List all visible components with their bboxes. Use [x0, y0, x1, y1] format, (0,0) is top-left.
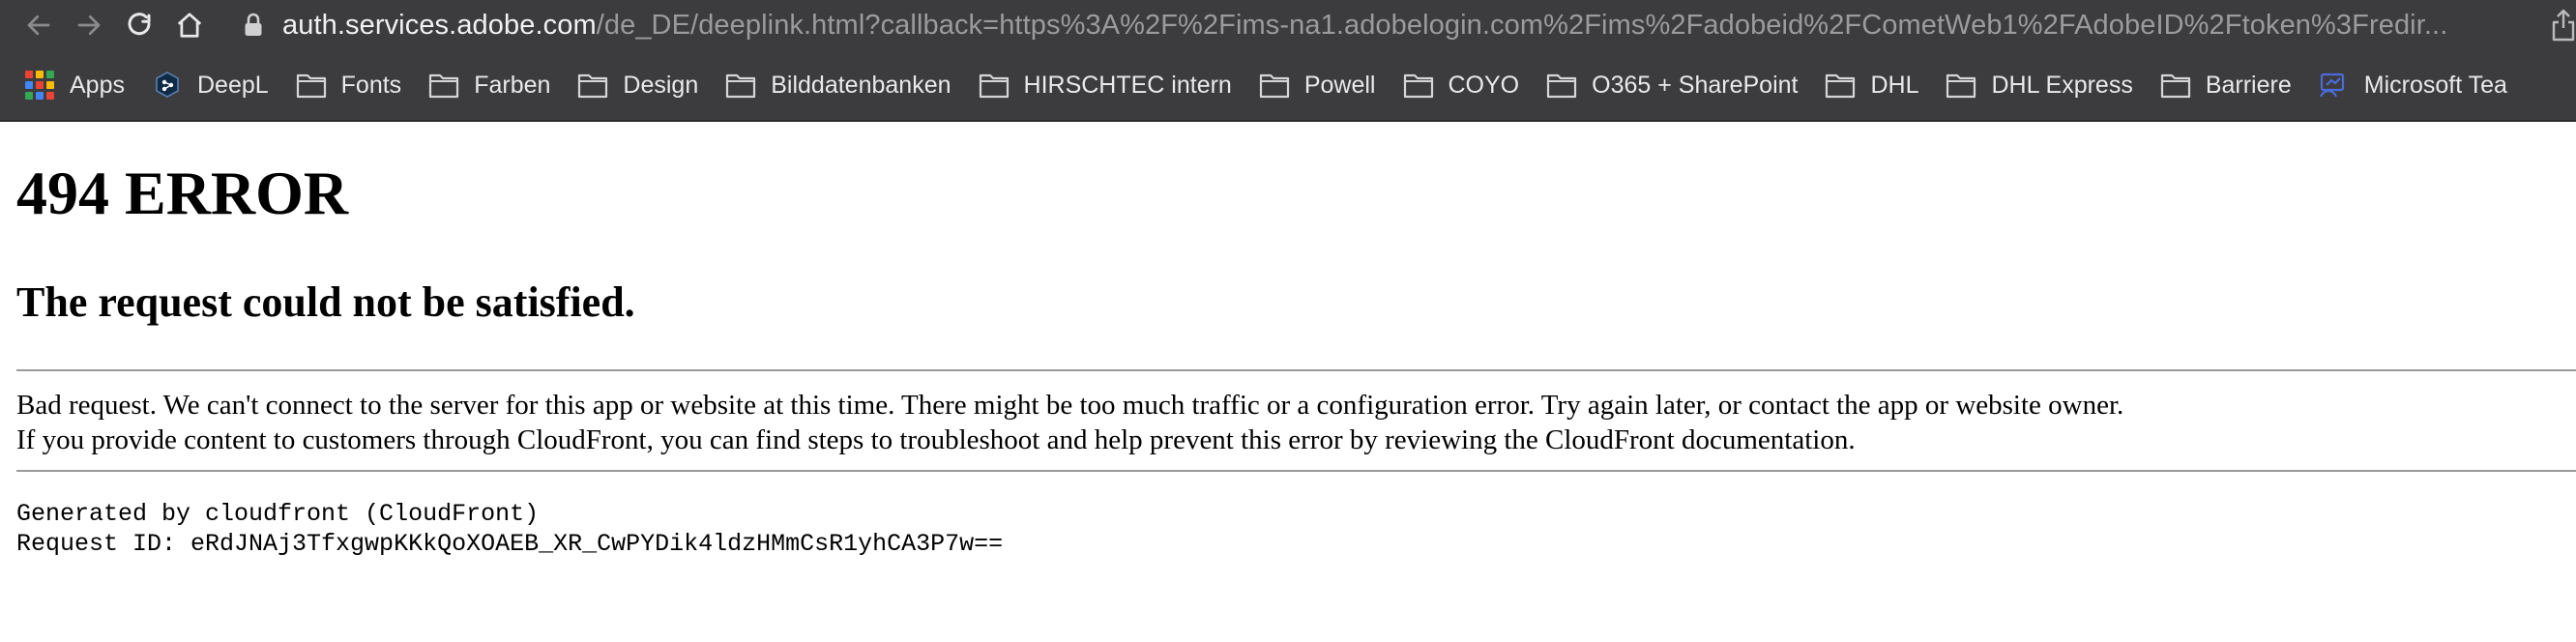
- error-message-line: Bad request. We can't connect to the ser…: [16, 390, 2124, 421]
- folder-icon: [1259, 72, 1290, 99]
- bookmark-deepl[interactable]: DeepL: [152, 50, 269, 120]
- bookmark-label: Design: [623, 71, 699, 99]
- folder-icon: [428, 72, 459, 99]
- folder-icon: [725, 72, 756, 99]
- bookmark-folder-fonts[interactable]: Fonts: [296, 50, 402, 120]
- bookmark-label: Powell: [1303, 71, 1376, 99]
- bookmark-label: HIRSCHTEC intern: [1023, 71, 1232, 99]
- folder-icon: [1946, 72, 1976, 99]
- divider: [16, 369, 2576, 371]
- bookmark-folder-coyo[interactable]: COYO: [1403, 50, 1520, 120]
- bookmark-label: DHL Express: [1991, 71, 2133, 99]
- url-path: /de_DE/deeplink.html?callback=https%3A%2…: [596, 9, 2448, 41]
- deepl-icon: [152, 72, 183, 99]
- bookmark-microsoft-teams[interactable]: Microsoft Tea: [2319, 50, 2507, 120]
- bookmark-folder-bilddatenbanken[interactable]: Bilddatenbanken: [725, 50, 951, 120]
- bookmark-folder-o365-sharepoint[interactable]: O365 + SharePoint: [1546, 50, 1798, 120]
- bookmark-folder-design[interactable]: Design: [577, 50, 698, 120]
- reload-icon[interactable]: [114, 0, 164, 50]
- lock-icon[interactable]: [244, 13, 263, 38]
- browser-toolbar: auth.services.adobe.com/de_DE/deeplink.h…: [0, 0, 2576, 50]
- url-host: auth.services.adobe.com: [282, 9, 597, 41]
- bookmark-label: DeepL: [196, 71, 269, 99]
- microsoft-teams-icon: [2319, 72, 2350, 99]
- bookmark-label: DHL: [1870, 71, 1919, 99]
- error-title: 494 ERROR: [16, 159, 349, 227]
- bookmark-label: O365 + SharePoint: [1592, 71, 1799, 99]
- bookmark-label: Apps: [70, 71, 125, 99]
- folder-icon: [1825, 72, 1856, 99]
- error-subtitle: The request could not be satisfied.: [16, 278, 635, 326]
- bookmark-label: Microsoft Tea: [2363, 71, 2507, 99]
- folder-icon: [2160, 72, 2191, 99]
- forward-arrow-icon[interactable]: [64, 0, 114, 50]
- bookmark-label: Barriere: [2205, 71, 2292, 99]
- bookmarks-bar: Apps DeepL Fonts Farben Design Bilddaten…: [0, 50, 2576, 122]
- request-id-text: Request ID: eRdJNAj3TfxgwpKKkQoXOAEB_XR_…: [16, 530, 1004, 558]
- bookmark-folder-hirschtec-intern[interactable]: HIRSCHTEC intern: [979, 50, 1232, 120]
- folder-icon: [1546, 72, 1577, 99]
- folder-icon: [979, 72, 1010, 99]
- error-details: Generated by cloudfront (CloudFront) Requ…: [16, 499, 1003, 559]
- apps-grid-icon: [25, 71, 54, 100]
- bookmark-apps[interactable]: Apps: [25, 50, 125, 120]
- folder-icon: [1403, 72, 1434, 99]
- generated-by-text: Generated by cloudfront (CloudFront): [16, 500, 540, 528]
- bookmark-label: Bilddatenbanken: [771, 71, 951, 99]
- folder-icon: [296, 72, 327, 99]
- error-message: Bad request. We can't connect to the ser…: [16, 388, 2123, 457]
- back-arrow-icon[interactable]: [14, 0, 64, 50]
- home-icon[interactable]: [164, 0, 215, 50]
- bookmark-folder-farben[interactable]: Farben: [428, 50, 550, 120]
- bookmark-label: COYO: [1448, 71, 1520, 99]
- bookmark-folder-barriere[interactable]: Barriere: [2160, 50, 2292, 120]
- bookmark-folder-dhl-express[interactable]: DHL Express: [1946, 50, 2133, 120]
- folder-icon: [577, 72, 608, 99]
- error-message-line: If you provide content to customers thro…: [16, 424, 1856, 455]
- bookmark-label: Fonts: [340, 71, 402, 99]
- bookmark-folder-dhl[interactable]: DHL: [1825, 50, 1918, 120]
- address-bar[interactable]: auth.services.adobe.com/de_DE/deeplink.h…: [282, 10, 2447, 42]
- bookmark-folder-powell[interactable]: Powell: [1259, 50, 1376, 120]
- share-icon[interactable]: [2551, 8, 2576, 43]
- divider: [16, 470, 2576, 472]
- bookmark-label: Farben: [474, 71, 551, 99]
